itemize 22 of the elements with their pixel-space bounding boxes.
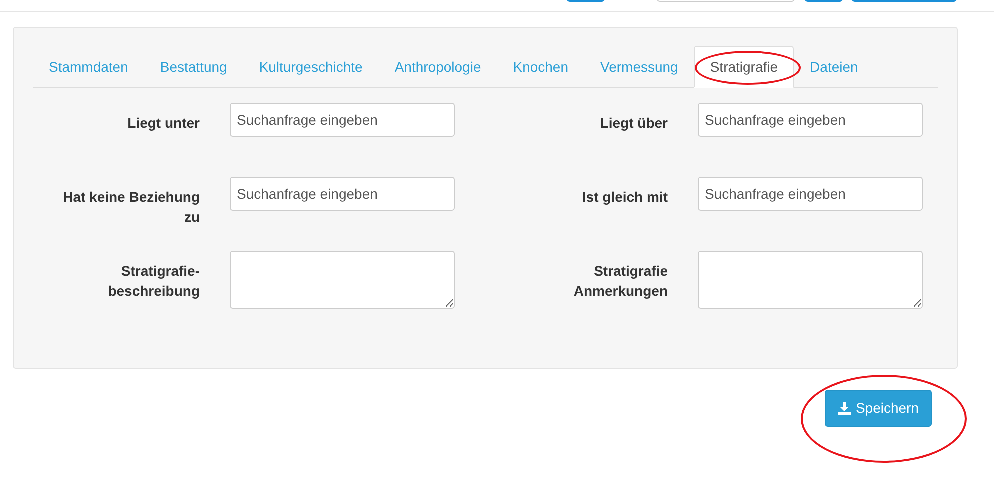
tab[interactable]: Bestattung xyxy=(144,46,244,88)
tab[interactable]: Anthropologie xyxy=(378,46,498,88)
download-icon xyxy=(838,402,851,415)
text-area[interactable] xyxy=(698,251,923,309)
field-label: Hat keine Beziehung zu xyxy=(62,188,200,227)
text-area[interactable] xyxy=(230,251,455,309)
tab[interactable]: Knochen xyxy=(497,46,585,88)
search-field[interactable]: Suchanfrage eingeben xyxy=(698,177,923,211)
tab[interactable]: Dateien xyxy=(794,46,874,88)
field-label: Ist gleich mit xyxy=(581,188,668,207)
tab[interactable]: Stratigrafie xyxy=(694,46,794,88)
field-label: Liegt unter xyxy=(126,114,200,133)
field-label: Stratigrafie Anmerkungen xyxy=(572,262,668,301)
tab[interactable]: Stammdaten xyxy=(33,46,144,88)
tab[interactable]: Vermessung xyxy=(584,46,694,88)
search-field[interactable]: Suchanfrage eingeben xyxy=(230,103,455,137)
field-label: Liegt über xyxy=(599,114,668,133)
tab[interactable]: Kulturgeschichte xyxy=(243,46,379,88)
search-field[interactable]: Suchanfrage eingeben xyxy=(698,103,923,137)
field-label: Stratigrafie-beschreibung xyxy=(107,262,200,301)
save-button[interactable]: Speichern xyxy=(824,390,932,427)
search-field[interactable]: Suchanfrage eingeben xyxy=(230,177,455,211)
